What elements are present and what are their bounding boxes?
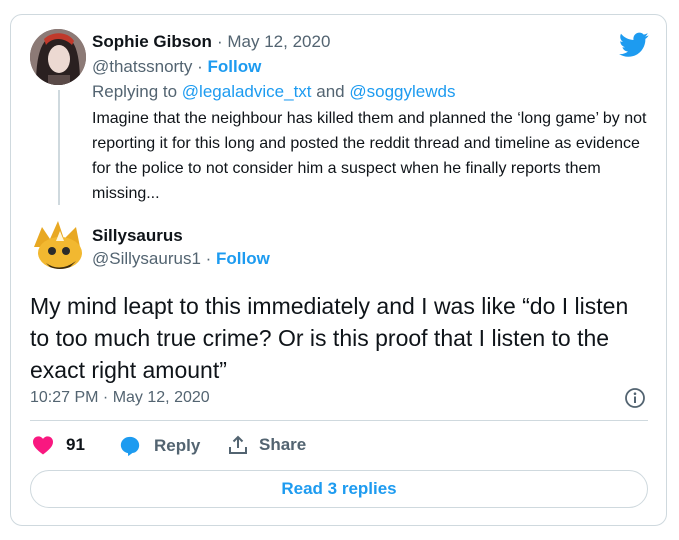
avatar[interactable] bbox=[30, 29, 86, 85]
separator-dot: · bbox=[217, 32, 228, 51]
avatar-image bbox=[30, 29, 86, 85]
replying-user-link[interactable]: @legaladvice_txt bbox=[182, 82, 312, 101]
reply-bubble-icon bbox=[120, 436, 140, 457]
replying-to-line: Replying to @legaladvice_txt and @soggyl… bbox=[92, 82, 455, 102]
main-tweet-text: My mind leapt to this immediately and I … bbox=[30, 293, 629, 383]
main-handle[interactable]: @Sillysaurus1 bbox=[92, 249, 201, 268]
separator-dot: · bbox=[192, 57, 208, 76]
heart-icon bbox=[33, 436, 53, 455]
share-icon bbox=[229, 435, 247, 454]
info-icon[interactable] bbox=[624, 387, 646, 409]
reply-author-name[interactable]: Sophie Gibson bbox=[92, 32, 212, 52]
like-count: 91 bbox=[66, 435, 85, 454]
follow-button[interactable]: Follow bbox=[208, 57, 262, 76]
share-action[interactable]: Share bbox=[228, 435, 306, 455]
replying-prefix: Replying to bbox=[92, 82, 178, 101]
thread-connector bbox=[58, 90, 60, 205]
reply-handle-line: @thatssnorty · Follow bbox=[92, 57, 261, 77]
replying-and: and bbox=[316, 82, 345, 101]
avatar-image bbox=[34, 221, 82, 269]
twitter-bird-icon[interactable] bbox=[619, 32, 649, 58]
tweet-timestamp[interactable]: 10:27 PM · May 12, 2020 bbox=[30, 389, 210, 407]
read-replies-button[interactable]: Read 3 replies bbox=[30, 470, 648, 508]
reply-label: Reply bbox=[154, 436, 201, 455]
read-replies-label: Read 3 replies bbox=[281, 479, 397, 498]
reply-date[interactable]: May 12, 2020 bbox=[227, 32, 330, 51]
share-label: Share bbox=[259, 435, 307, 454]
reply-action[interactable]: Reply bbox=[119, 435, 200, 457]
divider bbox=[30, 420, 648, 421]
follow-button[interactable]: Follow bbox=[216, 249, 270, 268]
main-author-name[interactable]: Sillysaurus bbox=[92, 226, 183, 246]
avatar[interactable] bbox=[30, 217, 86, 273]
reply-handle[interactable]: @thatssnorty bbox=[92, 57, 192, 76]
reply-tweet-text: Imagine that the neighbour has killed th… bbox=[92, 110, 647, 202]
like-action[interactable]: 91 bbox=[32, 435, 85, 455]
separator-dot: · bbox=[200, 249, 217, 268]
reply-date-line: · May 12, 2020 bbox=[217, 32, 330, 52]
replying-user-link[interactable]: @soggylewds bbox=[349, 82, 455, 101]
main-handle-line: @Sillysaurus1 · Follow bbox=[92, 249, 270, 269]
